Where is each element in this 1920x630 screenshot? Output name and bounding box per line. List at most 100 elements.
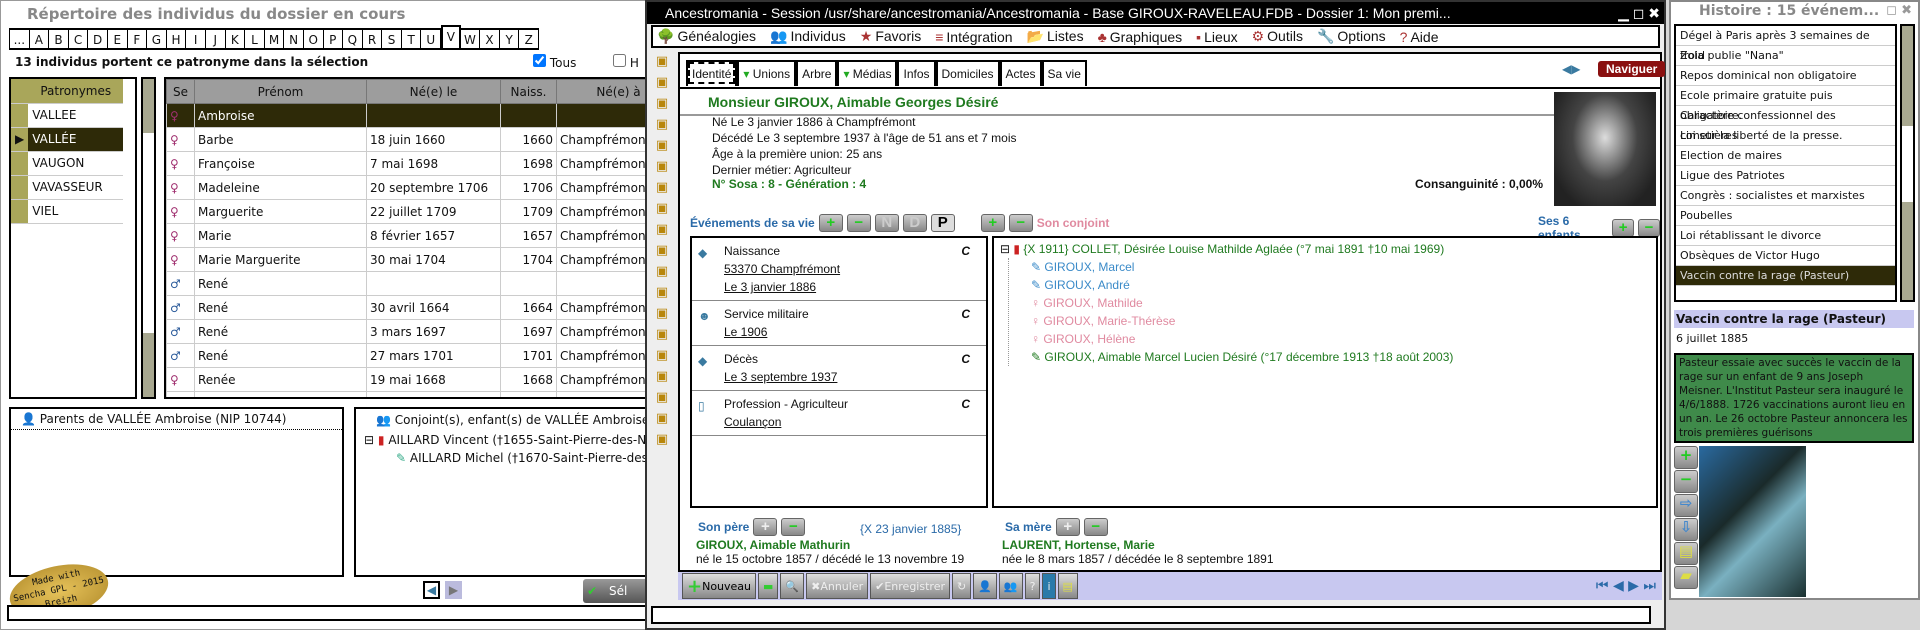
feather-icon[interactable]: ▣ <box>651 75 673 90</box>
pencil-icon[interactable]: ▣ <box>651 348 673 363</box>
child-node[interactable]: ♀ GIROUX, Hélène <box>1031 330 1650 348</box>
column-header[interactable]: Se <box>166 79 195 104</box>
nouveau-button[interactable]: + Nouveau <box>682 573 757 599</box>
menu-listes[interactable]: 📂 Listes <box>1027 28 1084 45</box>
search-icon[interactable]: ▣ <box>651 306 673 321</box>
d-button[interactable]: D <box>902 214 927 232</box>
naviguer-button[interactable]: Naviguer <box>1598 61 1666 77</box>
help-button[interactable]: ? <box>1024 573 1041 599</box>
tab-7[interactable]: Sa vie <box>1041 60 1087 86</box>
event-detail[interactable]: Coulançon <box>724 413 986 431</box>
tools-icon[interactable]: ▣ <box>651 432 673 447</box>
eye-icon[interactable]: ▣ <box>651 138 673 153</box>
note2-icon[interactable]: ▣ <box>651 411 673 426</box>
enregistrer-button[interactable]: ✔ Enregistrer <box>870 573 950 599</box>
info-button[interactable]: i <box>1042 573 1056 599</box>
letter-tab[interactable]: R <box>363 30 383 48</box>
note-button[interactable]: ▤ <box>1057 573 1078 599</box>
histoire-item[interactable]: Poubelles <box>1676 206 1895 226</box>
remove-mere-button[interactable]: − <box>1083 518 1108 536</box>
refresh-button[interactable]: ↻ <box>951 573 972 599</box>
p-button[interactable]: P <box>930 214 955 232</box>
letter-tab[interactable]: X <box>480 30 500 48</box>
letter-tab[interactable]: G <box>147 30 167 48</box>
column-header[interactable]: Prénom <box>194 79 367 104</box>
table-row[interactable]: ♂ René <box>166 271 652 296</box>
event-detail[interactable]: 53370 Champfrémont <box>724 260 986 278</box>
portrait-photo[interactable] <box>1554 92 1656 206</box>
menu-favoris[interactable]: ★ Favoris <box>860 28 921 45</box>
conjoint-node[interactable]: ⊟ ▮ AILLARD Vincent (†1655-Saint-Pierre-… <box>356 431 652 449</box>
child-node[interactable]: ✎ GIROUX, Marcel <box>1031 258 1650 276</box>
histoire-item[interactable]: Ligue des Patriotes <box>1676 166 1895 186</box>
chart-icon[interactable]: ▣ <box>651 264 673 279</box>
window-controls[interactable]: ▁ ◻ ✖ <box>1618 2 1660 24</box>
menu-généalogies[interactable]: 🌳 Généalogies <box>657 28 756 45</box>
child-node[interactable]: ✎ GIROUX, Aimable Marcel Lucien Désiré (… <box>1031 348 1650 366</box>
child-node[interactable]: ✎ AILLARD Michel (†1670-Saint-Pierre-des… <box>356 449 652 467</box>
n-button[interactable]: N <box>874 214 899 232</box>
table-row[interactable]: ♀Barbe18 juin 16601660Champfrémont53370 <box>166 127 652 152</box>
collapse-icon[interactable]: ⊟ <box>364 433 374 447</box>
histoire-item[interactable]: Repos dominical non obligatoire <box>1676 66 1895 86</box>
h-checkbox[interactable]: H <box>613 54 639 70</box>
remove-child-button[interactable]: − <box>1638 219 1660 237</box>
letter-tab[interactable]: ... <box>10 30 30 48</box>
column-header[interactable]: Né(e) à <box>556 79 652 104</box>
add-media-button[interactable]: + <box>1674 446 1698 469</box>
patronymes-header[interactable]: Patronymes <box>28 79 124 104</box>
remove-event-button[interactable]: − <box>846 214 871 232</box>
calendar-icon[interactable]: ▣ <box>651 180 673 195</box>
doc-icon[interactable]: ▣ <box>651 369 673 384</box>
histoire-item[interactable]: Congrès : socialistes et marxistes <box>1676 186 1895 206</box>
note-media-button[interactable]: ▤ <box>1674 542 1698 565</box>
exit-icon[interactable]: ▣ <box>651 390 673 405</box>
add-pere-button[interactable]: + <box>753 518 778 536</box>
annuler-button[interactable]: ✖ Annuler <box>806 573 869 599</box>
child-node[interactable]: ✎ GIROUX, André <box>1031 276 1650 294</box>
prev-button[interactable]: ◀ <box>423 581 440 599</box>
import-media-button[interactable]: ⇨ <box>1674 494 1698 517</box>
histoire-item[interactable]: Dégel à Paris après 3 semaines de froid <box>1676 26 1895 62</box>
table-row[interactable]: ♂René30 avril 16641664Champfrémont53370 <box>166 295 652 320</box>
letter-tab[interactable]: T <box>402 30 422 48</box>
patronyme-row[interactable]: VAUGON <box>11 151 124 176</box>
source-flag[interactable]: C <box>961 242 970 260</box>
add-spouse-button[interactable]: + <box>980 214 1005 232</box>
histoire-item[interactable]: Loi sur la liberté de la presse. <box>1676 126 1895 146</box>
letter-tab[interactable]: E <box>108 30 128 48</box>
record-nav[interactable]: ⏮ ◀ ▶ ⏭ <box>1596 578 1656 594</box>
letter-tab[interactable]: B <box>49 30 69 48</box>
tab-3[interactable]: ▾ Médias <box>837 60 898 86</box>
table-row[interactable]: ♀Renée19 mai 16681668Champfrémont53370 <box>166 367 652 392</box>
table-row[interactable]: ♀ Ambroise <box>166 103 652 128</box>
letter-tab[interactable]: Q <box>343 30 363 48</box>
letter-tab[interactable]: Z <box>519 30 540 48</box>
table-row[interactable]: ♀ Marie Marguerite 30 mai 1704 1704 Champfré… <box>166 247 652 272</box>
people-icon[interactable]: ▣ <box>651 117 673 132</box>
histoire-item[interactable]: Vaccin contre la rage (Pasteur) <box>1676 266 1895 286</box>
letter-tab[interactable]: N <box>284 30 304 48</box>
h-check[interactable] <box>613 54 626 67</box>
menu-individus[interactable]: 👥 Individus <box>770 28 846 45</box>
remove-pere-button[interactable]: − <box>781 518 806 536</box>
source-flag[interactable]: C <box>961 350 970 368</box>
table-row[interactable]: ♀Françoise7 mai 16981698Champfrémont5337… <box>166 151 652 176</box>
grid-icon[interactable]: ▣ <box>651 327 673 342</box>
remove-spouse-button[interactable]: − <box>1008 214 1033 232</box>
remove-media-button[interactable]: − <box>1674 470 1698 493</box>
histoire-item[interactable]: Loi rétablissant le divorce <box>1676 226 1895 246</box>
histoire-item[interactable]: Caractère confessionnel des cimetières <box>1676 106 1895 142</box>
window-controls[interactable]: ◻ ✖ <box>1886 3 1912 18</box>
letter-tab[interactable]: M <box>265 30 285 48</box>
letter-tab[interactable]: P <box>324 30 344 48</box>
event-detail[interactable]: Le 3 janvier 1886 <box>724 278 986 296</box>
menu-options[interactable]: 🔧 Options <box>1317 28 1386 45</box>
letter-tab[interactable]: K <box>226 30 246 48</box>
letter-tab[interactable]: U <box>421 30 442 48</box>
conjoints-node[interactable]: 👥 Conjoint(s), enfant(s) de VALLÉE Ambro… <box>356 409 652 431</box>
menu-intégration[interactable]: ≡ Intégration <box>935 29 1012 45</box>
select-button[interactable]: ✔ Sél <box>583 579 653 603</box>
tab-4[interactable]: Infos <box>897 60 936 86</box>
tab-0[interactable]: Identité <box>686 60 738 86</box>
